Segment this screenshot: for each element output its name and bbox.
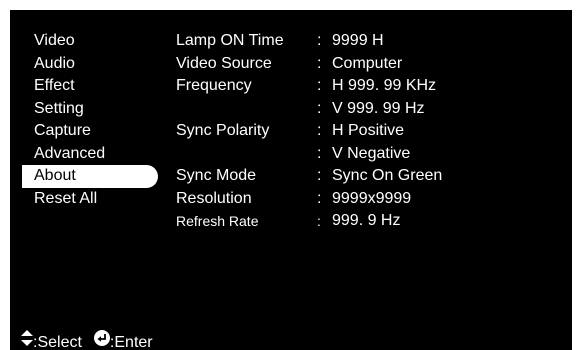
info-separator: : [317,77,322,94]
main-menu: Video Audio Effect Setting Capture Advan… [22,30,158,210]
info-separator: : [317,213,321,229]
info-label: Resolution [176,189,252,207]
info-label: Sync Mode [176,167,257,184]
info-row-resolution: Resolution : 9999x9999 [176,188,556,211]
info-value: Computer [332,54,403,72]
info-separator: : [317,122,322,139]
info-row-frequency-v: : V 999. 99 Hz [176,98,556,121]
menu-item-capture[interactable]: Capture [22,120,158,143]
info-value: H 999. 99 KHz [332,77,437,94]
info-row-refresh-rate: Refresh Rate : 999. 9 Hz [176,210,556,233]
info-row-sync-polarity-h: Sync Polarity : H Positive [176,120,556,143]
info-separator: : [317,167,322,184]
info-separator: : [317,99,322,117]
info-row-video-source: Video Source : Computer [176,53,556,76]
info-separator: : [317,144,322,162]
select-hint-label: :Select [33,333,82,350]
info-value: H Positive [332,122,405,139]
menu-item-audio[interactable]: Audio [22,53,158,76]
menu-item-about[interactable]: About [22,165,158,188]
menu-item-effect[interactable]: Effect [22,75,158,98]
enter-hint-label: :Enter [109,333,153,350]
info-value: 999. 9 Hz [332,212,401,229]
key-guide-footer: :Select :Enter [21,330,153,350]
info-value: Sync On Green [332,167,443,184]
info-label: Frequency [176,77,252,94]
menu-item-advanced[interactable]: Advanced [22,143,158,166]
menu-item-reset-all[interactable]: Reset All [22,188,158,211]
info-value: V 999. 99 Hz [332,99,425,117]
info-label: Refresh Rate [176,213,259,229]
info-label: Video Source [176,54,272,72]
info-separator: : [317,32,322,49]
info-row-sync-mode: Sync Mode : Sync On Green [176,165,556,188]
projector-osd-screen: Video Audio Effect Setting Capture Advan… [10,10,572,350]
info-separator: : [317,54,322,72]
info-label: Lamp ON Time [176,32,284,49]
about-info-panel: Lamp ON Time : 9999 H Video Source : Com… [176,30,556,233]
enter-return-icon [93,330,110,346]
info-value: V Negative [332,144,411,162]
info-label: Sync Polarity [176,122,270,139]
info-row-sync-polarity-v: : V Negative [176,143,556,166]
menu-item-video[interactable]: Video [22,30,158,53]
info-value: 9999 H [332,32,384,49]
info-separator: : [317,189,322,207]
info-row-frequency-h: Frequency : H 999. 99 KHz [176,75,556,98]
menu-item-setting[interactable]: Setting [22,98,158,121]
info-row-lamp-on-time: Lamp ON Time : 9999 H [176,30,556,53]
info-value: 9999x9999 [332,189,412,207]
up-down-arrows-icon [21,330,33,346]
